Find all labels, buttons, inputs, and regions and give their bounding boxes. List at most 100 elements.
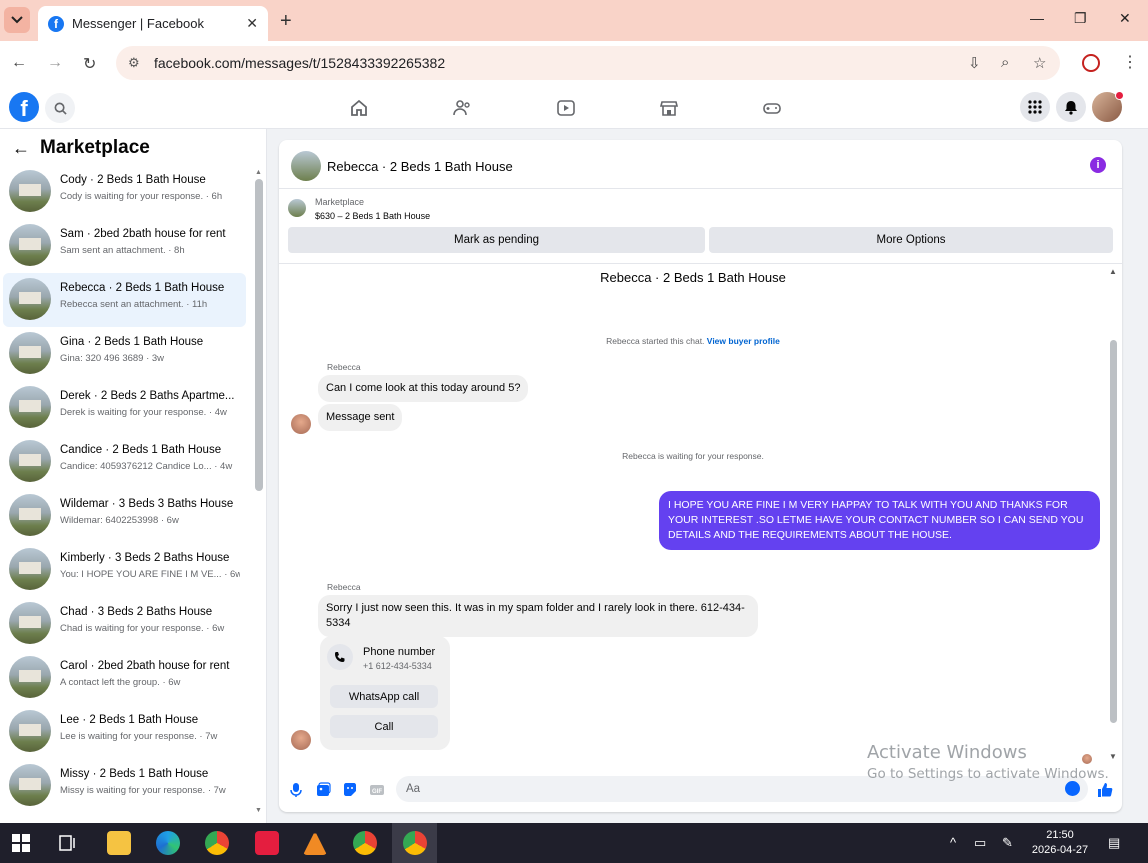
app-icon[interactable]: [255, 831, 279, 855]
scroll-up-arrow[interactable]: ▲: [255, 169, 262, 176]
marketplace-label: Marketplace: [315, 197, 365, 207]
back-arrow-icon[interactable]: ←: [12, 138, 30, 159]
conversation-name: Sam · 2bed 2bath house for rent: [60, 228, 226, 240]
message-bubble[interactable]: Sorry I just now seen this. It was in my…: [318, 595, 758, 637]
emoji-icon[interactable]: [1065, 781, 1080, 796]
gif-icon[interactable]: GIF: [369, 782, 385, 798]
microphone-icon[interactable]: [288, 782, 304, 798]
facebook-logo[interactable]: f: [9, 92, 39, 122]
clock[interactable]: 21:50 2026-04-27: [1030, 828, 1090, 858]
conversation-item[interactable]: Chad · 3 Beds 2 Baths House Chad is waiti…: [3, 597, 246, 651]
tray-chevron-icon[interactable]: ^: [950, 835, 956, 850]
scroll-down-arrow[interactable]: ▼: [1109, 752, 1117, 761]
restore-button[interactable]: ❐: [1074, 10, 1087, 27]
marketplace-icon[interactable]: [659, 98, 679, 118]
conversation-preview: Lee is waiting for your response. · 7w: [60, 731, 218, 742]
mark-pending-button[interactable]: Mark as pending: [288, 227, 705, 253]
bookmark-star-icon[interactable]: ☆: [1033, 54, 1046, 72]
install-app-icon[interactable]: ⇩: [968, 54, 981, 72]
conversation-item[interactable]: Missy · 2 Beds 1 Bath House Missy is wait…: [3, 759, 246, 813]
browser-profile-icon[interactable]: [1082, 54, 1100, 72]
conversation-item[interactable]: Gina · 2 Beds 1 Bath House Gina: 320 496 …: [3, 327, 246, 381]
info-icon[interactable]: i: [1090, 157, 1106, 173]
chat-title[interactable]: Rebecca · 2 Beds 1 Bath House: [327, 159, 513, 174]
conversation-thumbnail: [9, 494, 51, 536]
photo-icon[interactable]: [315, 782, 331, 798]
window-close-button[interactable]: ✕: [1119, 10, 1131, 27]
reload-button[interactable]: ↻: [83, 54, 96, 74]
whatsapp-call-button[interactable]: WhatsApp call: [330, 685, 438, 708]
tab-close-icon[interactable]: ✕: [246, 15, 258, 32]
file-explorer-icon[interactable]: [107, 831, 131, 855]
zoom-icon[interactable]: ⌕: [1001, 54, 1009, 71]
search-button[interactable]: [45, 93, 75, 123]
conversation-preview: A contact left the group. · 6w: [60, 677, 181, 688]
back-button[interactable]: ←: [11, 54, 27, 72]
account-avatar[interactable]: [1092, 91, 1124, 122]
chrome-icon[interactable]: [353, 831, 377, 855]
clock-date: 2026-04-27: [1031, 844, 1089, 856]
message-bubble[interactable]: Can I come look at this today around 5?: [318, 375, 529, 402]
new-tab-button[interactable]: +: [280, 10, 292, 33]
chrome-icon[interactable]: [403, 831, 427, 855]
friends-icon[interactable]: [452, 98, 472, 118]
listing-price-title[interactable]: $630 – 2 Beds 1 Bath House: [315, 211, 430, 221]
conversation-item[interactable]: Carol · 2bed 2bath house for rent A conta…: [3, 651, 246, 705]
gaming-icon[interactable]: [762, 98, 782, 118]
minimize-button[interactable]: —: [1030, 10, 1044, 26]
conversation-item[interactable]: Derek · 2 Beds 2 Baths Apartme... Derek i…: [3, 381, 246, 435]
conversation-name: Rebecca · 2 Beds 1 Bath House: [60, 282, 225, 294]
tab-search-button[interactable]: [4, 7, 30, 33]
video-icon[interactable]: [556, 98, 576, 118]
chrome-icon[interactable]: [205, 831, 229, 855]
message-bubble[interactable]: Message sent: [318, 404, 403, 431]
vlc-icon[interactable]: [303, 831, 327, 855]
sender-avatar[interactable]: [291, 730, 311, 750]
windows-start-icon[interactable]: [9, 831, 33, 855]
forward-button[interactable]: →: [47, 54, 63, 72]
my-message-bubble[interactable]: I HOPE YOU ARE FINE I M VERY HAPPAY TO T…: [659, 491, 1100, 550]
conversation-item[interactable]: Rebecca · 2 Beds 1 Bath House Rebecca sen…: [3, 273, 246, 327]
conversation-item[interactable]: Lee · 2 Beds 1 Bath House Lee is waiting …: [3, 705, 246, 759]
scroll-down-arrow[interactable]: ▼: [255, 807, 262, 814]
url-text[interactable]: facebook.com/messages/t/1528433392265382: [154, 55, 445, 71]
phone-value: +1 612-434-5334: [363, 661, 432, 671]
conversation-preview: Missy is waiting for your response. · 7w: [60, 785, 226, 796]
scroll-up-arrow[interactable]: ▲: [1109, 267, 1117, 276]
chat-scrollbar[interactable]: [1110, 340, 1117, 723]
conversation-thumbnail: [9, 278, 51, 320]
conversation-thumbnail: [9, 440, 51, 482]
conversation-item[interactable]: Wildemar · 3 Beds 3 Baths House Wildemar:…: [3, 489, 246, 543]
omnibox[interactable]: ⚙ facebook.com/messages/t/15284333922653…: [116, 46, 1060, 80]
conversation-item[interactable]: Cody · 2 Beds 1 Bath House Cody is waitin…: [3, 165, 246, 219]
conversation-item[interactable]: Kimberly · 3 Beds 2 Baths House You: I HO…: [3, 543, 246, 597]
sender-avatar[interactable]: [291, 414, 311, 434]
conversation-item[interactable]: Candice · 2 Beds 1 Bath House Candice: 40…: [3, 435, 246, 489]
notifications-button[interactable]: [1056, 92, 1086, 122]
conversation-preview: You: I HOPE YOU ARE FINE I M VE... · 6w: [60, 569, 240, 580]
listing-thumbnail[interactable]: [288, 199, 306, 217]
sticker-icon[interactable]: [342, 782, 358, 798]
edge-icon[interactable]: [156, 831, 180, 855]
pen-icon[interactable]: ✎: [1002, 835, 1013, 851]
site-settings-icon[interactable]: ⚙: [128, 55, 140, 71]
browser-tab[interactable]: f Messenger | Facebook ✕: [38, 6, 268, 41]
listing-avatar[interactable]: [291, 151, 321, 181]
sidebar-title: Marketplace: [40, 137, 150, 158]
conversation-preview: Derek is waiting for your response. · 4w: [60, 407, 227, 418]
task-view-icon[interactable]: [56, 831, 80, 855]
network-icon[interactable]: ▭: [974, 835, 986, 851]
more-options-button[interactable]: More Options: [709, 227, 1113, 253]
thumbs-up-icon[interactable]: [1097, 782, 1113, 798]
message-input-placeholder: Aa: [406, 783, 421, 795]
conversation-item[interactable]: Sam · 2bed 2bath house for rent Sam sent …: [3, 219, 246, 273]
home-icon[interactable]: [349, 98, 369, 118]
notification-center-icon[interactable]: ▤: [1108, 835, 1120, 851]
conversation-preview: Wildemar: 6402253998 · 6w: [60, 515, 179, 526]
menu-grid-button[interactable]: [1020, 92, 1050, 122]
sidebar-scrollbar[interactable]: [255, 179, 263, 491]
call-button[interactable]: Call: [330, 715, 438, 738]
view-buyer-profile-link[interactable]: View buyer profile: [707, 336, 780, 346]
browser-menu-icon[interactable]: ⋮: [1122, 52, 1138, 72]
conversation-name: Carol · 2bed 2bath house for rent: [60, 660, 230, 672]
